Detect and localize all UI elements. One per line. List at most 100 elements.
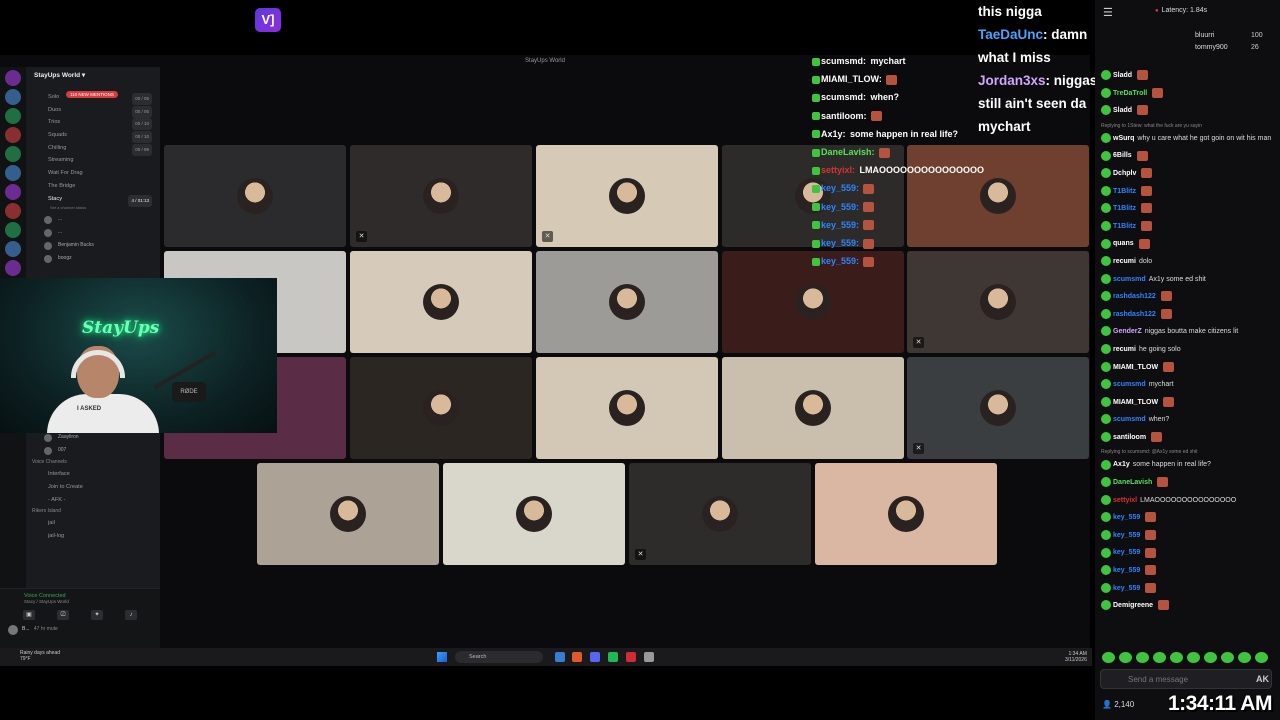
soundboard-button[interactable]: ♪: [125, 610, 137, 620]
channel-item[interactable]: The Bridge: [26, 180, 160, 193]
participant-tile[interactable]: [536, 251, 718, 353]
spotify-icon[interactable]: [608, 652, 618, 662]
chat-message[interactable]: Sladd: [1095, 103, 1280, 121]
emote-icon[interactable]: [1255, 652, 1268, 663]
chat-username[interactable]: T1Blitz: [1113, 223, 1136, 230]
file-explorer-icon[interactable]: [555, 652, 565, 662]
start-button[interactable]: [437, 652, 447, 662]
chat-message[interactable]: rashdash122: [1095, 307, 1280, 325]
channel-item[interactable]: Duos 00 / 05: [26, 104, 160, 118]
participant-tile[interactable]: ✕: [629, 463, 811, 565]
chat-username[interactable]: Sladd: [1113, 107, 1132, 114]
server-icon[interactable]: [5, 70, 21, 86]
participant-tile[interactable]: [443, 463, 625, 565]
settings-icon[interactable]: [644, 652, 654, 662]
chat-username[interactable]: settyixl: [1113, 497, 1137, 504]
emote-icon[interactable]: [1221, 652, 1234, 663]
channel-item[interactable]: Trios 00 / 10: [26, 116, 160, 131]
chat-username[interactable]: Sladd: [1113, 72, 1132, 79]
chat-username[interactable]: santiloom: [1113, 434, 1146, 441]
chat-username[interactable]: key_559: [1113, 585, 1140, 592]
chat-username[interactable]: T1Blitz: [1113, 205, 1136, 212]
taskbar-search[interactable]: Search: [455, 651, 543, 663]
channel-item[interactable]: Chilling 00 / 99: [26, 142, 160, 156]
server-icon[interactable]: [5, 203, 21, 219]
chat-message[interactable]: GenderZ niggas boutta make citizens lit: [1095, 324, 1280, 342]
user-panel[interactable]: B... 47 hr mute: [0, 620, 160, 635]
voice-status[interactable]: Voice Connected: [0, 589, 160, 599]
server-icon[interactable]: [5, 89, 21, 105]
chat-message[interactable]: scumsmd Ax1y some ed shit: [1095, 272, 1280, 290]
chat-username[interactable]: recumi: [1113, 258, 1136, 265]
chat-message[interactable]: Demigreene: [1095, 598, 1280, 616]
chat-message[interactable]: key_559: [1095, 545, 1280, 563]
chat-username[interactable]: quans: [1113, 240, 1134, 247]
voice-member[interactable]: boogz: [26, 252, 160, 265]
server-icon[interactable]: [5, 127, 21, 143]
emote-icon[interactable]: [1102, 652, 1115, 663]
chat-username[interactable]: DaneLavish: [1113, 479, 1152, 486]
emote-icon[interactable]: [1238, 652, 1251, 663]
emote-icon[interactable]: [1136, 652, 1149, 663]
chat-username[interactable]: Dchplv: [1113, 170, 1136, 177]
app-icon[interactable]: [626, 652, 636, 662]
chat-message[interactable]: MIAMI_TLOW: [1095, 360, 1280, 378]
chat-username[interactable]: key_559: [1113, 567, 1140, 574]
emote-icon[interactable]: [1119, 652, 1132, 663]
weather-widget[interactable]: Rainy days ahead 79°F: [20, 650, 60, 662]
chat-username[interactable]: scumsmd: [1113, 381, 1146, 388]
chat-message[interactable]: Sladd: [1095, 68, 1280, 86]
chat-username[interactable]: recumi: [1113, 346, 1136, 353]
emote-icon[interactable]: [1204, 652, 1217, 663]
chat-username[interactable]: key_559: [1113, 514, 1140, 521]
chat-username[interactable]: T1Blitz: [1113, 188, 1136, 195]
server-icon[interactable]: [5, 241, 21, 257]
activities-button[interactable]: ✦: [91, 610, 103, 620]
chat-input[interactable]: [1100, 669, 1272, 689]
channel-jail-log[interactable]: jail-log: [26, 530, 160, 543]
participant-tile[interactable]: [722, 357, 904, 459]
channel-item[interactable]: Squads 00 / 10: [26, 129, 160, 144]
app-logo[interactable]: V]: [255, 8, 281, 32]
section-voice-channels[interactable]: Voice Channels: [26, 457, 160, 468]
chat-message[interactable]: T1Blitz: [1095, 201, 1280, 219]
channel-item[interactable]: Streaming: [26, 154, 160, 167]
chat-message[interactable]: wSurq why u care what he got goin on wit …: [1095, 131, 1280, 149]
participant-tile[interactable]: [164, 145, 346, 247]
chat-message[interactable]: TreDaTroll: [1095, 86, 1280, 104]
participant-tile[interactable]: [350, 251, 532, 353]
channel-interface[interactable]: Interface: [26, 468, 160, 481]
channel-item[interactable]: Solo 00 / 05: [26, 91, 160, 105]
chat-message[interactable]: recumi dolo: [1095, 254, 1280, 272]
chat-message[interactable]: rashdash122: [1095, 289, 1280, 307]
chat-message[interactable]: key_559: [1095, 528, 1280, 546]
screen-share-button[interactable]: ⎚: [57, 610, 69, 620]
emote-icon[interactable]: [1170, 652, 1183, 663]
emote-icon[interactable]: [1153, 652, 1166, 663]
chat-message[interactable]: key_559: [1095, 581, 1280, 599]
channel-jail[interactable]: jail: [26, 517, 160, 530]
chat-username[interactable]: Ax1y: [1113, 461, 1130, 468]
chat-message[interactable]: MIAMI_TLOW: [1095, 395, 1280, 413]
chat-message[interactable]: recumi he going solo: [1095, 342, 1280, 360]
chat-message[interactable]: settyixl LMAOOOOOOOOOOOOOOO: [1095, 493, 1280, 511]
server-icon[interactable]: [5, 146, 21, 162]
chat-message[interactable]: DaneLavish: [1095, 475, 1280, 493]
channel-join-to-create[interactable]: Join to Create: [26, 481, 160, 494]
channel-item[interactable]: Stacy 4 / 01:13: [26, 193, 160, 207]
chat-username[interactable]: rashdash122: [1113, 311, 1156, 318]
chat-message[interactable]: 6Bills: [1095, 148, 1280, 166]
voice-member[interactable]: ...: [26, 213, 160, 226]
chat-username[interactable]: MIAMI_TLOW: [1113, 364, 1158, 371]
chat-message[interactable]: Ax1y some happen in real life?: [1095, 457, 1280, 475]
chat-message[interactable]: T1Blitz: [1095, 219, 1280, 237]
chat-username[interactable]: GenderZ: [1113, 328, 1142, 335]
chat-username[interactable]: wSurq: [1113, 135, 1134, 142]
chat-username[interactable]: rashdash122: [1113, 293, 1156, 300]
voice-member[interactable]: ...: [26, 226, 160, 239]
participant-tile[interactable]: [536, 357, 718, 459]
voice-location[interactable]: Stacy / StayUps World: [0, 599, 160, 604]
chat-username[interactable]: Demigreene: [1113, 602, 1153, 609]
chat-message[interactable]: scumsmd when?: [1095, 412, 1280, 430]
chat-username[interactable]: 6Bills: [1113, 152, 1132, 159]
